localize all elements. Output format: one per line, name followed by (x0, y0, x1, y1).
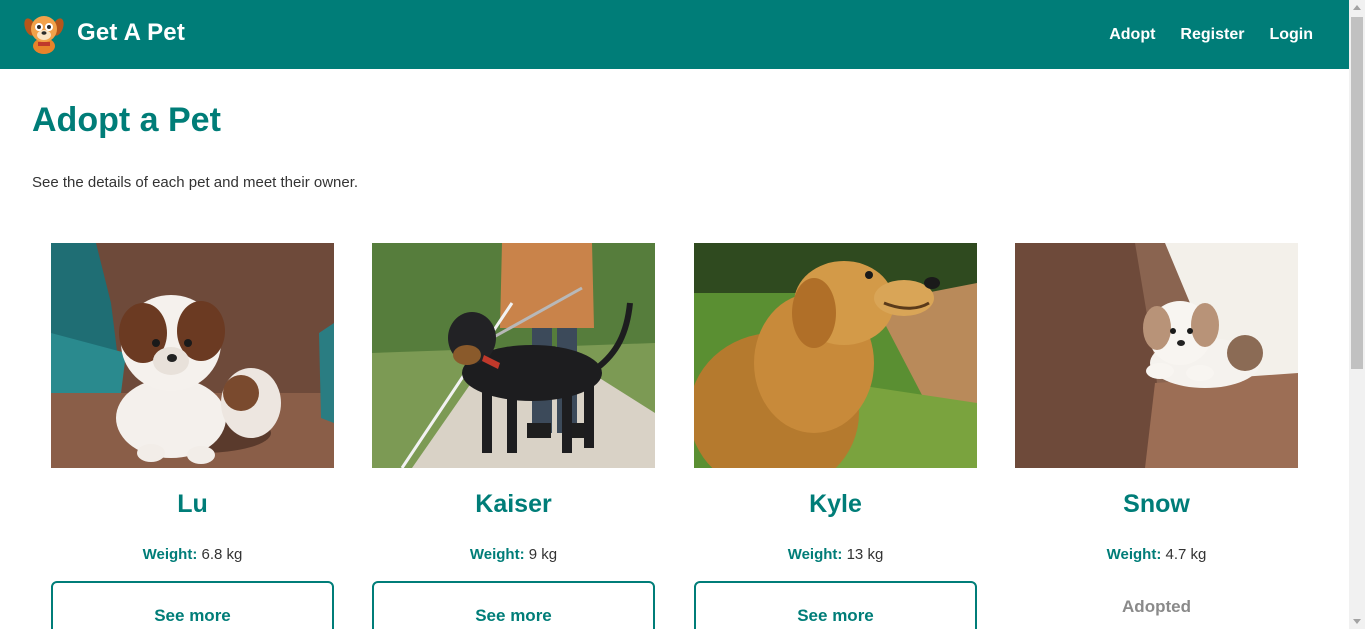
pet-name: Kyle (809, 490, 862, 518)
pet-photo-kaiser (372, 243, 655, 468)
pet-weight: Weight: 6.8 kg (51, 546, 334, 563)
weight-value: 6.8 kg (201, 546, 243, 563)
pet-name: Lu (177, 490, 208, 518)
weight-value: 4.7 kg (1165, 546, 1207, 563)
pet-photo-lu (51, 243, 334, 468)
nav-login-link[interactable]: Login (1269, 26, 1313, 44)
vertical-scrollbar[interactable] (1349, 0, 1365, 629)
pet-card-snow: Snow Weight: 4.7 kg Adopted (1015, 243, 1298, 616)
weight-label: Weight: (1106, 546, 1162, 563)
nav-adopt-link[interactable]: Adopt (1109, 26, 1155, 44)
weight-label: Weight: (142, 546, 198, 563)
pet-name: Kaiser (475, 490, 552, 518)
pet-card-kyle: Kyle Weight: 13 kg See more (694, 243, 977, 629)
scroll-down-arrow-icon[interactable] (1353, 619, 1361, 624)
weight-label: Weight: (469, 546, 525, 563)
scroll-up-arrow-icon[interactable] (1353, 5, 1361, 10)
pet-weight: Weight: 4.7 kg (1015, 546, 1298, 563)
see-more-button-lu[interactable]: See more (51, 581, 334, 629)
pet-card-kaiser: Kaiser Weight: 9 kg See more (372, 243, 655, 629)
pet-weight: Weight: 13 kg (694, 546, 977, 563)
brand-title: Get A Pet (77, 19, 186, 46)
weight-label: Weight: (787, 546, 843, 563)
navbar: Get A Pet Adopt Register Login (0, 0, 1349, 69)
weight-value: 9 kg (528, 546, 558, 563)
see-more-button-kyle[interactable]: See more (694, 581, 977, 629)
pet-card-lu: Lu Weight: 6.8 kg See more (51, 243, 334, 629)
page-subtitle: See the details of each pet and meet the… (32, 174, 359, 191)
dog-logo-icon (24, 16, 64, 54)
nav-register-link[interactable]: Register (1180, 26, 1244, 44)
scroll-thumb[interactable] (1351, 17, 1363, 369)
nav-links: Adopt Register Login (1084, 0, 1313, 69)
brand-link[interactable]: Get A Pet (24, 12, 185, 54)
pet-photo-snow (1015, 243, 1298, 468)
adopted-status: Adopted (1122, 597, 1191, 616)
pet-photo-kyle (694, 243, 977, 468)
weight-value: 13 kg (846, 546, 884, 563)
page-title: Adopt a Pet (32, 101, 221, 139)
pet-weight: Weight: 9 kg (372, 546, 655, 563)
pet-name: Snow (1123, 490, 1190, 518)
see-more-button-kaiser[interactable]: See more (372, 581, 655, 629)
